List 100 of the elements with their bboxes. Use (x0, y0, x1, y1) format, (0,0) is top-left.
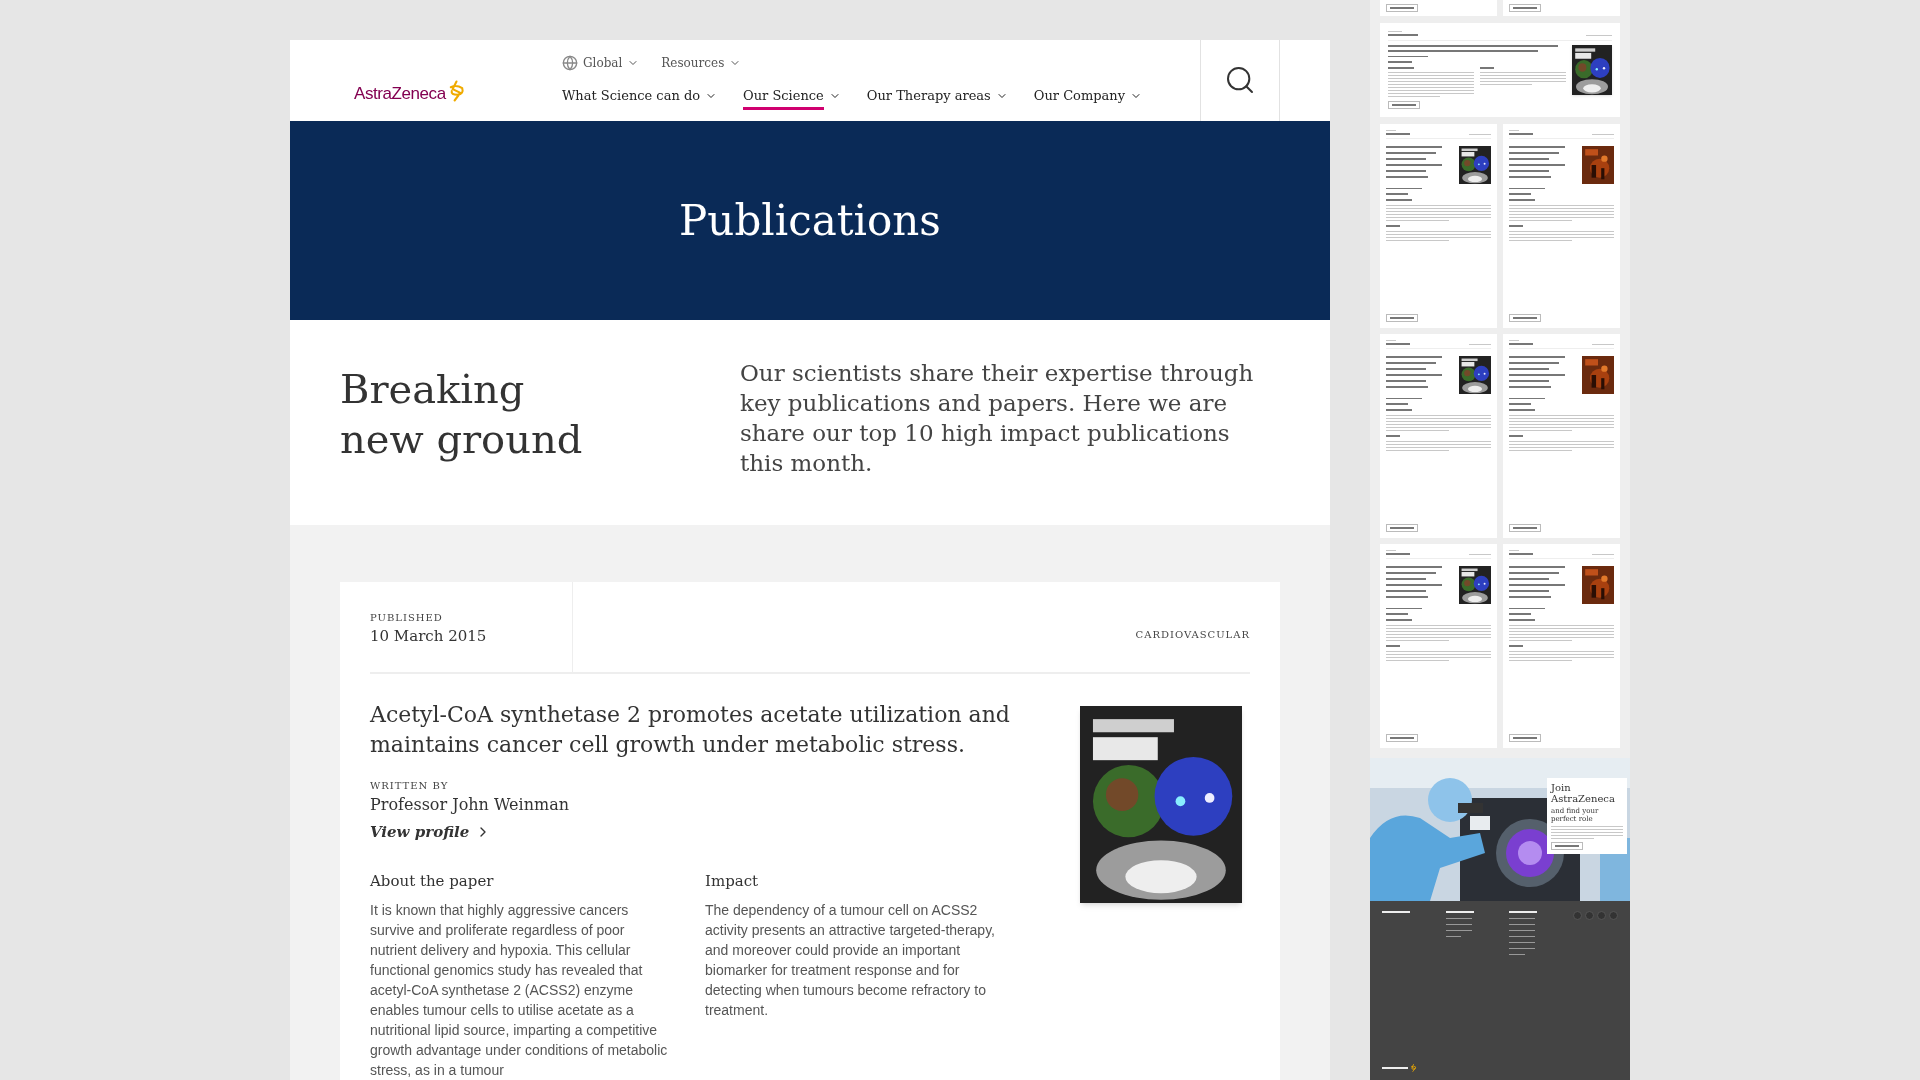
text-lines-drawing (1386, 380, 1426, 382)
text-lines-drawing (1386, 152, 1436, 154)
text-lines-drawing (1509, 619, 1535, 621)
text-lines-drawing (1480, 67, 1494, 69)
button-drawing (1509, 734, 1541, 742)
text-lines-drawing (1386, 343, 1410, 345)
text-lines-drawing (1509, 398, 1545, 399)
nav-tab[interactable]: Our Company (1033, 85, 1143, 111)
text-lines-drawing (1509, 435, 1523, 437)
join-title: Join AstraZeneca (1551, 782, 1616, 804)
text-lines-drawing (1388, 34, 1418, 36)
text-lines-drawing (1386, 403, 1408, 405)
text-lines-drawing (1509, 362, 1559, 364)
text-lines-drawing (1509, 613, 1531, 615)
text-lines-drawing (1386, 130, 1396, 131)
text-lines-drawing (1469, 134, 1491, 135)
text-lines-drawing (1386, 550, 1396, 551)
text-lines-drawing (1386, 613, 1408, 615)
text-lines-drawing (1386, 578, 1426, 580)
text-lines-drawing (1386, 398, 1422, 399)
text-lines-drawing (1386, 193, 1408, 195)
button-drawing (1386, 734, 1418, 742)
page-title: Publications (679, 195, 941, 248)
text-lines-drawing (1509, 578, 1549, 580)
text-lines-drawing (1592, 344, 1614, 345)
text-lines-drawing (1386, 572, 1436, 574)
text-lines-drawing (1386, 386, 1428, 388)
text-lines-drawing (1386, 435, 1400, 437)
text-lines-drawing (1592, 554, 1614, 555)
text-lines-drawing (1386, 584, 1442, 586)
text-lines-drawing (1509, 374, 1565, 376)
text-lines-drawing (1386, 188, 1422, 189)
publication-title: Acetyl-CoA synthetase 2 promotes acetate utilization and maintains cancer cell growth under metabolic stress. (370, 701, 1011, 759)
text-lines-drawing (1388, 67, 1414, 69)
text-lines-drawing (1386, 553, 1410, 555)
button-drawing (1509, 524, 1541, 532)
publication-date: 10 March 2015 (370, 626, 488, 648)
nav-tab[interactable]: Our Therapy areas (866, 85, 1008, 111)
text-lines-drawing (1509, 608, 1545, 609)
text-lines-drawing (1386, 645, 1400, 647)
text-lines-drawing (1386, 566, 1442, 568)
text-lines-drawing (1509, 566, 1565, 568)
text-lines-drawing (1509, 918, 1536, 955)
text-lines-drawing (1469, 554, 1491, 555)
text-lines-drawing (1592, 134, 1614, 135)
utility-link[interactable]: Resources (661, 53, 742, 72)
nav-tab[interactable]: What Science can do (562, 85, 718, 111)
text-lines-drawing (1386, 356, 1442, 358)
text-lines-drawing (1386, 368, 1426, 370)
text-lines-drawing (1509, 130, 1519, 131)
text-lines-drawing (1509, 176, 1551, 178)
text-lines-drawing (1509, 386, 1551, 388)
section-heading: About the paper (370, 870, 495, 892)
published-label: PUBLISHED (370, 611, 444, 626)
intro-heading: Breaking new ground (340, 365, 584, 464)
intro-text: Our scientists share their expertise through key publications and papers. Here we are share our top 10 high impact publications this month. (740, 359, 1255, 478)
text-lines-drawing (1386, 146, 1442, 148)
text-lines-drawing (1388, 31, 1402, 32)
section-heading: Impact (705, 870, 760, 892)
text-lines-drawing (1509, 590, 1549, 592)
text-lines-drawing (1386, 199, 1412, 201)
text-lines-drawing (1509, 343, 1533, 345)
text-lines-drawing (1382, 1067, 1408, 1069)
text-lines-drawing (1386, 176, 1428, 178)
text-lines-drawing (1509, 572, 1559, 574)
text-lines-drawing (1551, 826, 1623, 839)
author-name: Professor John Weinman (370, 794, 570, 816)
button-drawing (1386, 524, 1418, 532)
button-drawing (1388, 101, 1420, 109)
text-lines-drawing (1386, 225, 1400, 227)
text-lines-drawing (1509, 553, 1533, 555)
text-lines-drawing (1386, 374, 1442, 376)
text-lines-drawing (1509, 170, 1549, 172)
text-lines-drawing (1509, 188, 1545, 189)
text-lines-drawing (1386, 340, 1396, 341)
utility-link[interactable]: Global (562, 53, 640, 72)
text-lines-drawing (1388, 56, 1428, 57)
button-drawing (1386, 4, 1418, 12)
text-lines-drawing (1386, 164, 1442, 166)
globe-icon (562, 54, 578, 71)
view-profile-link[interactable]: View profile (370, 821, 492, 844)
text-lines-drawing (1509, 193, 1531, 195)
therapy-area-label: CARDIOVASCULAR (1135, 627, 1250, 642)
text-lines-drawing (1386, 409, 1412, 411)
text-lines-drawing (1386, 596, 1428, 598)
written-by-label: WRITTEN BY (370, 779, 450, 793)
text-lines-drawing (1509, 596, 1551, 598)
text-lines-drawing (1445, 918, 1472, 937)
text-lines-drawing (1509, 409, 1535, 411)
text-lines-drawing (1509, 368, 1549, 370)
text-lines-drawing (1509, 225, 1523, 227)
nav-tab[interactable]: Our Science (743, 85, 841, 111)
text-lines-drawing (1509, 550, 1519, 551)
button-drawing (1509, 4, 1541, 12)
text-lines-drawing (1386, 170, 1426, 172)
text-lines-drawing (1509, 380, 1549, 382)
text-lines-drawing (1509, 584, 1565, 586)
button-drawing (1509, 314, 1541, 322)
text-lines-drawing (1386, 133, 1410, 135)
text-lines-drawing (1509, 133, 1533, 135)
